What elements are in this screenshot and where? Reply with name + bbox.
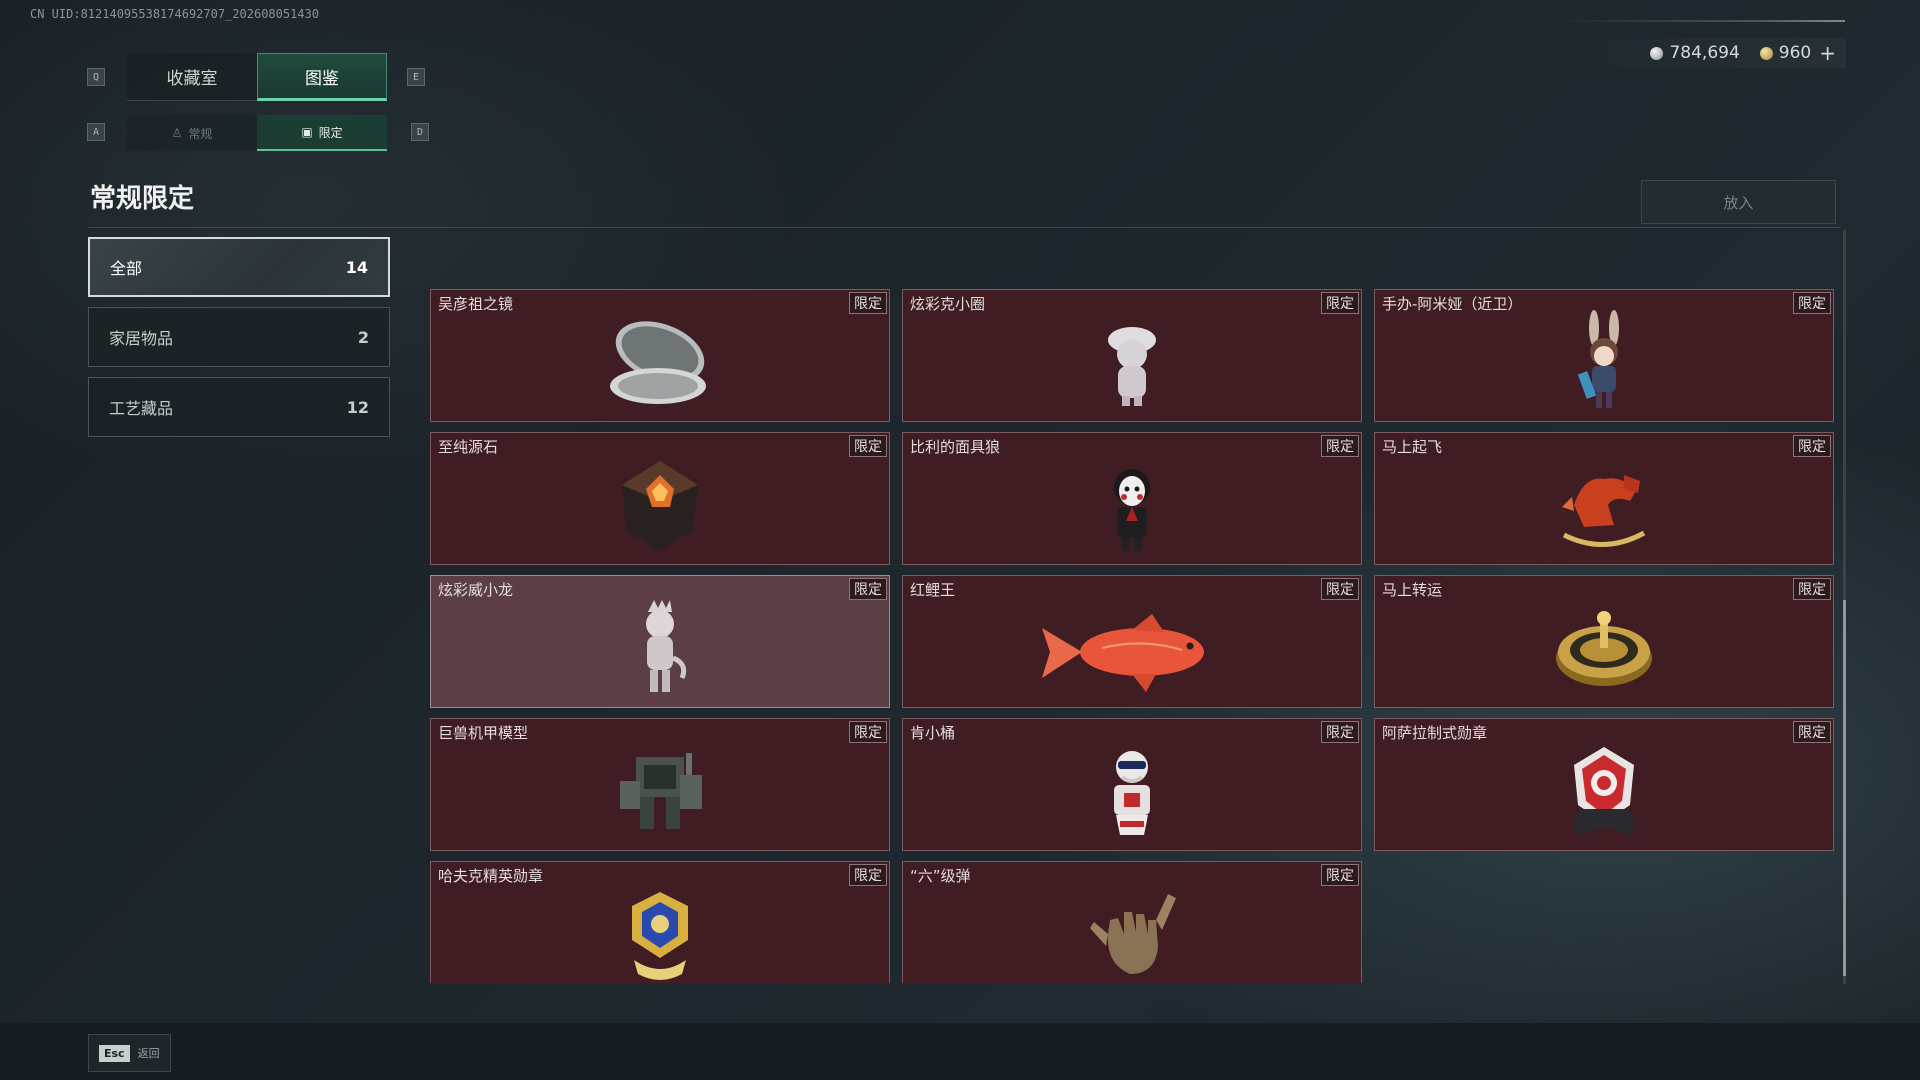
dragon-figure-icon [646, 600, 687, 692]
item-card[interactable]: 至纯源石 限定 [430, 432, 890, 565]
key-hint-e: E [407, 68, 425, 86]
item-name: 比利的面具狼 [910, 438, 1001, 456]
asala-medal-icon [1573, 747, 1635, 835]
limited-badge: 限定 [1321, 721, 1359, 743]
silver-amount: 784,694 [1669, 43, 1740, 63]
item-name: 巨兽机甲模型 [438, 724, 529, 742]
bottom-bar [0, 1023, 1920, 1080]
top-decor-line [1555, 20, 1845, 22]
item-card[interactable]: “六”级弹 限定 [902, 861, 1362, 983]
red-carp-icon [1042, 614, 1204, 692]
bucket-figure-icon [1114, 751, 1150, 835]
category-count: 14 [345, 257, 368, 277]
item-name: 吴彦祖之镜 [438, 295, 514, 313]
item-card[interactable]: 马上转运 限定 [1374, 575, 1834, 708]
limited-badge: 限定 [1321, 864, 1359, 886]
item-name: 马上转运 [1382, 581, 1443, 599]
compact-mirror-icon [610, 321, 706, 404]
category-label: 家居物品 [109, 329, 174, 348]
back-button[interactable]: Esc 返回 [88, 1034, 171, 1072]
place-button[interactable]: 放入 [1641, 180, 1836, 224]
item-card[interactable]: 比利的面具狼 限定 [902, 432, 1362, 565]
item-name: 红鲤王 [910, 581, 956, 599]
item-grid: 吴彦祖之镜 限定 炫彩克小圈 限定 手办-阿米娅（近卫） 限定 至纯源石 限定 … [430, 289, 1836, 983]
item-card[interactable]: 炫彩克小圈 限定 [902, 289, 1362, 422]
figure-icon: ♙ [171, 126, 183, 140]
figurine-cap-icon [1108, 327, 1156, 406]
category-count: 2 [357, 327, 369, 347]
item-name: 肯小桶 [910, 724, 956, 742]
puppet-mask-icon [1114, 469, 1150, 551]
limited-badge: 限定 [849, 292, 887, 314]
silver-coin-icon [1650, 46, 1664, 60]
subtab-regular-label: 常规 [188, 126, 213, 141]
item-name: 哈夫克精英勋章 [438, 867, 544, 885]
esc-key-hint: Esc [99, 1044, 130, 1062]
mech-model-icon [620, 753, 702, 829]
item-name: “六”级弹 [910, 867, 971, 885]
limited-badge: 限定 [1793, 721, 1831, 743]
item-name: 阿萨拉制式勋章 [1382, 724, 1488, 742]
currency-bar: 784,694 960 + [1556, 38, 1846, 68]
item-card[interactable]: 哈夫克精英勋章 限定 [430, 861, 890, 983]
item-card[interactable]: 阿萨拉制式勋章 限定 [1374, 718, 1834, 851]
subtab-limited-label: 限定 [318, 125, 343, 140]
bunny-figure-icon [1577, 310, 1619, 408]
category-count: 12 [346, 397, 369, 417]
category-label: 工艺藏品 [109, 399, 174, 418]
tab-codex[interactable]: 图鉴 [257, 53, 387, 101]
limited-badge: 限定 [1321, 578, 1359, 600]
key-hint-a: A [87, 123, 105, 141]
gold-currency: 960 + [1759, 41, 1836, 65]
subtab-regular[interactable]: ♙ 常规 [127, 115, 257, 151]
silver-currency: 784,694 [1650, 43, 1740, 63]
back-label: 返回 [137, 1047, 160, 1060]
item-name: 炫彩克小圈 [910, 295, 986, 313]
item-card[interactable]: 肯小桶 限定 [902, 718, 1362, 851]
header-divider [88, 227, 1840, 228]
rocking-horse-icon [1562, 475, 1646, 547]
limited-badge: 限定 [849, 435, 887, 457]
key-hint-d: D [411, 123, 429, 141]
key-hint-q: Q [87, 68, 105, 86]
haavk-medal-icon [632, 892, 688, 980]
gold-coin-icon [1759, 46, 1773, 60]
item-name: 马上起飞 [1382, 438, 1443, 456]
item-card[interactable]: 红鲤王 限定 [902, 575, 1362, 708]
limited-badge: 限定 [1793, 578, 1831, 600]
limited-badge: 限定 [849, 864, 887, 886]
item-card[interactable]: 巨兽机甲模型 限定 [430, 718, 890, 851]
item-name: 至纯源石 [438, 438, 499, 456]
uid-label: CN UID:8121409553817469270​7_20260805143… [30, 7, 319, 21]
limited-badge: 限定 [1321, 435, 1359, 457]
item-name: 炫彩威小龙 [438, 581, 514, 599]
add-currency-button[interactable]: + [1819, 41, 1836, 65]
item-card[interactable]: 炫彩威小龙 限定 [430, 575, 890, 708]
item-grid-scrollbar[interactable] [1843, 230, 1846, 984]
item-card[interactable]: 吴彦祖之镜 限定 [430, 289, 890, 422]
category-label: 全部 [110, 259, 143, 278]
subtab-limited[interactable]: ▣ 限定 [257, 115, 387, 151]
limited-badge: 限定 [1793, 435, 1831, 457]
tab-collection-room[interactable]: 收藏室 [127, 53, 257, 101]
image-icon: ▣ [301, 125, 313, 139]
limited-badge: 限定 [1793, 292, 1831, 314]
limited-badge: 限定 [1321, 292, 1359, 314]
category-all[interactable]: 全部 14 [88, 237, 390, 297]
limited-badge: 限定 [849, 578, 887, 600]
originium-crystal-icon [622, 461, 698, 551]
item-card[interactable]: 手办-阿米娅（近卫） 限定 [1374, 289, 1834, 422]
item-name: 手办-阿米娅（近卫） [1382, 295, 1523, 313]
gold-amount: 960 [1778, 43, 1812, 63]
scrollbar-thumb[interactable] [1843, 600, 1846, 976]
golden-compass-icon [1556, 611, 1652, 686]
category-crafts[interactable]: 工艺藏品 12 [88, 377, 390, 437]
category-household[interactable]: 家居物品 2 [88, 307, 390, 367]
item-card[interactable]: 马上起飞 限定 [1374, 432, 1834, 565]
section-title: 常规限定 [90, 184, 195, 214]
limited-badge: 限定 [849, 721, 887, 743]
hand-sign-icon [1090, 894, 1176, 974]
